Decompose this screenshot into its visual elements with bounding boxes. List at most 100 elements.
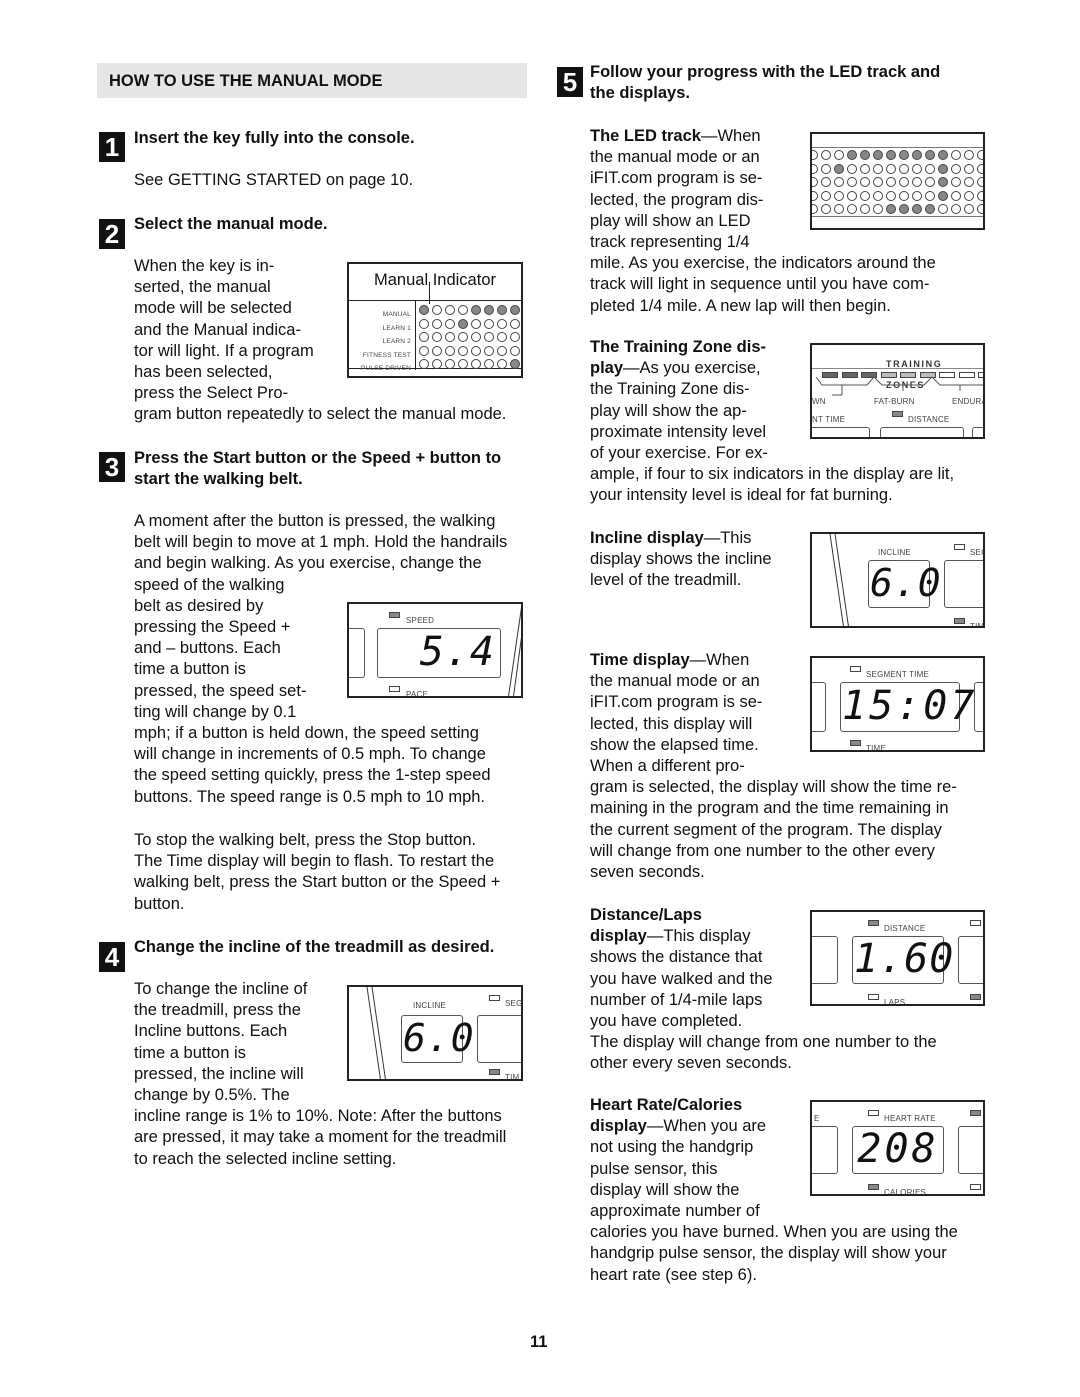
training-zones-figure: TRAINING ZONES WN FAT-BURN ENDURA NT TIM… (810, 343, 985, 439)
laps-label: LAPS (884, 998, 906, 1006)
led (812, 204, 818, 215)
led (938, 204, 948, 215)
indicator-led-lit (471, 305, 481, 315)
training-zone-title-2: play (590, 359, 624, 378)
text-line: you have completed. (590, 1012, 743, 1031)
indicator-led (458, 332, 468, 343)
indicator-led (484, 345, 494, 356)
text-line: button. (134, 894, 185, 913)
divider (812, 368, 983, 369)
time-indicator-led (489, 1069, 500, 1075)
led (977, 177, 983, 188)
led (964, 204, 974, 215)
time-indicator-led (954, 618, 965, 624)
indicator-led (458, 305, 468, 315)
indicator-led (497, 332, 507, 343)
led (912, 163, 922, 174)
led (951, 177, 961, 188)
text-line: mile. As you exercise, the indicators ar… (590, 254, 936, 273)
text-line: The display will change from one number … (590, 1033, 937, 1052)
led (951, 190, 961, 201)
text-line: calories you have burned. When you are u… (590, 1223, 958, 1242)
time-title: Time display (590, 651, 690, 669)
indicator-led (458, 345, 468, 356)
text-line: your intensity level is ideal for fat bu… (590, 486, 893, 505)
led-lit (912, 150, 922, 160)
led (951, 150, 961, 160)
right-window (944, 560, 983, 608)
incline-display-figure: INCLINE SEG 6.0 TIM (810, 532, 985, 628)
incline-display-figure-step4: INCLINE SEG 6.0 TIM (347, 985, 523, 1081)
indicator-led (510, 318, 520, 329)
text-line: —When you are (646, 1117, 767, 1136)
indicator-row-label: PULSE DRIVEN (360, 365, 411, 373)
step-number-4: 4 (99, 942, 125, 972)
text-line: other every seven seconds. (590, 1054, 792, 1073)
speed-value: 5.4 (419, 629, 495, 675)
text-line: approximate number of (590, 1202, 760, 1221)
led-lit (938, 150, 948, 160)
led (847, 190, 857, 201)
heart-rate-indicator-led (868, 1110, 879, 1116)
left-window (812, 682, 826, 732)
led-lit (847, 150, 857, 160)
heart-rate-title-2: display (590, 1117, 647, 1136)
step-number-1: 1 (99, 132, 125, 162)
text-line: press the Select Pro- (134, 384, 289, 403)
edge-lines (366, 987, 386, 1079)
left-window (812, 1126, 838, 1174)
manual-indicator-caption: Manual Indicator (374, 271, 496, 289)
text-line: incline range is 1% to 10%. Note: After … (134, 1107, 502, 1126)
led (821, 163, 831, 174)
segment-indicator-led (954, 544, 965, 550)
indicator-led (497, 318, 507, 329)
led (834, 177, 844, 188)
text-line: of your exercise. For ex- (590, 444, 768, 463)
led (821, 150, 831, 160)
step-number-2: 2 (99, 219, 125, 249)
led (912, 177, 922, 188)
text-line: —When (700, 127, 761, 145)
distance-indicator-led (892, 411, 903, 417)
window-partial (972, 427, 983, 437)
text-line: ting will change by 0.1 (134, 702, 297, 721)
led-lit (899, 204, 909, 215)
left-window (349, 628, 365, 678)
text-line: —When (689, 651, 750, 669)
led-lit (925, 150, 935, 160)
text-line: change by 0.5%. The (134, 1086, 290, 1105)
segment-indicator-led (489, 995, 500, 1001)
time-indicator-led (850, 740, 861, 746)
heart-rate-display-figure: E HEART RATE 208 CALORIES (810, 1100, 985, 1196)
led (964, 190, 974, 201)
indicator-led (445, 332, 455, 343)
led-lit (938, 190, 948, 201)
heading-line: start the walking belt. (134, 470, 303, 488)
text-line: handgrip pulse sensor, the display will … (590, 1244, 947, 1263)
indicator-led (432, 345, 442, 356)
time-label-partial: TIM (505, 1073, 520, 1081)
led-lit (860, 150, 870, 160)
window-partial (880, 427, 964, 437)
window-partial (812, 427, 870, 437)
text-line: The Time display will begin to flash. To… (134, 852, 495, 871)
text-line: mph; if a button is held down, the speed… (134, 724, 479, 743)
led (821, 177, 831, 188)
calories-label: CALORIES (884, 1188, 927, 1196)
right-bottom-indicator-led (970, 994, 981, 1000)
text-line: speed of the walking (134, 575, 285, 594)
led-lit (886, 204, 896, 215)
led (847, 163, 857, 174)
text-line: and begin walking. As you exercise, chan… (134, 554, 482, 573)
led (847, 204, 857, 215)
right-window (958, 936, 983, 984)
led (812, 163, 818, 174)
laps-indicator-led (868, 994, 879, 1000)
text-line: seven seconds. (590, 863, 705, 882)
text-line: to reach the selected incline setting. (134, 1149, 397, 1168)
text-line: heart rate (see step 6). (590, 1265, 757, 1284)
step-5-heading: Follow your progress with the LED track … (590, 62, 940, 104)
text-line: the speed setting quickly, press the 1-s… (134, 766, 491, 785)
indicator-led-lit (419, 305, 429, 315)
indicator-led (432, 318, 442, 329)
